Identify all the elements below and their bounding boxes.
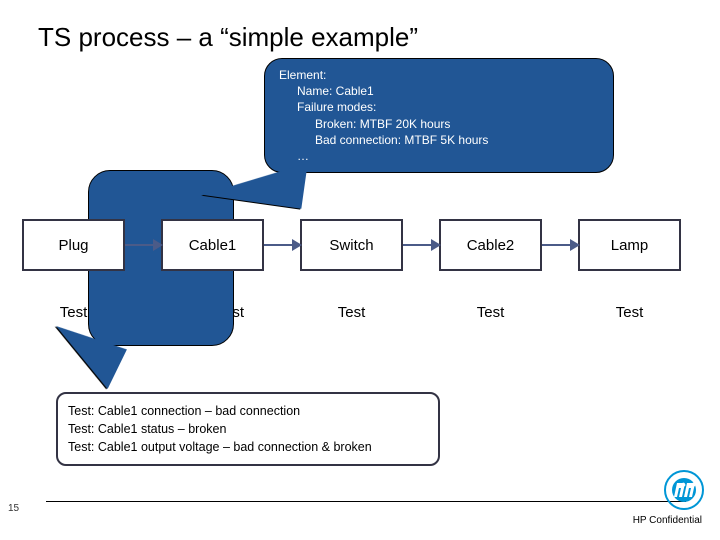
callout-line: Bad connection: MTBF 5K hours bbox=[315, 132, 601, 148]
flow-box-cable2: Cable2 bbox=[439, 219, 542, 271]
flow-diagram: Plug Cable1 Switch Cable2 Lamp bbox=[22, 219, 702, 271]
flow-box-plug: Plug bbox=[22, 219, 125, 271]
hp-logo-icon bbox=[664, 470, 704, 510]
footer-rule bbox=[46, 501, 686, 502]
callout-line: … bbox=[297, 148, 601, 164]
page-number: 15 bbox=[8, 503, 19, 514]
footer-confidential: HP Confidential bbox=[633, 515, 702, 526]
callout-element-detail: Element: Name: Cable1 Failure modes: Bro… bbox=[264, 58, 614, 173]
callout-line: Name: Cable1 bbox=[297, 83, 601, 99]
test-label: Test bbox=[439, 304, 542, 321]
callout-line: Element: bbox=[279, 67, 601, 83]
callout-line: Broken: MTBF 20K hours bbox=[315, 116, 601, 132]
test-label: Test bbox=[578, 304, 681, 321]
test-label-partial: st bbox=[161, 304, 264, 321]
callout-line: Test: Cable1 status – broken bbox=[68, 420, 428, 438]
callout-line: Failure modes: bbox=[297, 99, 601, 115]
arrow-icon bbox=[125, 244, 161, 246]
slide-title: TS process – a “simple example” bbox=[38, 22, 418, 53]
callout-line: Test: Cable1 output voltage – bad connec… bbox=[68, 438, 428, 456]
arrow-icon bbox=[542, 244, 578, 246]
test-label: Test bbox=[300, 304, 403, 321]
callout-tests: Test: Cable1 connection – bad connection… bbox=[56, 392, 440, 466]
callout-line: Test: Cable1 connection – bad connection bbox=[68, 402, 428, 420]
test-row: Test st Test Test Test bbox=[22, 304, 702, 321]
arrow-icon bbox=[403, 244, 439, 246]
flow-box-switch: Switch bbox=[300, 219, 403, 271]
test-label: Test bbox=[22, 304, 125, 321]
arrow-icon bbox=[264, 244, 300, 246]
flow-box-lamp: Lamp bbox=[578, 219, 681, 271]
flow-box-cable1: Cable1 bbox=[161, 219, 264, 271]
